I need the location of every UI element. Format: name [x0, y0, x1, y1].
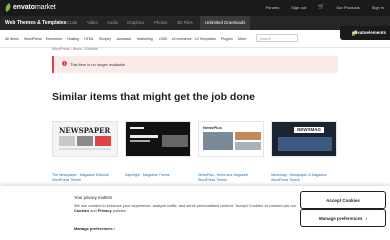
alert-icon: ! — [62, 61, 67, 66]
chevron-right-icon: › — [113, 226, 116, 231]
category-code[interactable]: Code — [67, 20, 77, 25]
envato-elements-label: envatoelements — [352, 30, 387, 35]
sign-out-link[interactable]: Sign out — [291, 5, 306, 10]
unavailable-alert: ! This item is no longer available — [52, 56, 338, 73]
subnav-hosting[interactable]: Hosting — [67, 37, 79, 41]
top-links: Forums Sign out 🛒 Our Products Sign in — [266, 4, 384, 10]
item-thumbnail[interactable]: NEWSMAG — [271, 121, 337, 157]
forums-link[interactable]: Forums — [266, 5, 280, 10]
cookie-text-policies: policies. — [112, 208, 127, 213]
logo-suffix: market — [34, 4, 56, 11]
manage-preferences-button-label: Manage preferences — [318, 215, 363, 221]
privacy-policy-link[interactable]: Privacy — [98, 208, 112, 213]
logo-name: envato — [13, 4, 35, 11]
similar-items-heading: Similar items that might get the job don… — [52, 91, 256, 103]
subnav-wordpress[interactable]: WordPress — [24, 37, 42, 41]
manage-preferences-link[interactable]: Manage preferences › — [74, 226, 115, 231]
category-unlimited-downloads[interactable]: Unlimited Downloads — [200, 16, 251, 30]
item-title[interactable]: Sapelight - Magazine Theme — [125, 173, 191, 178]
accept-cookies-button[interactable]: Accept Cookies — [300, 191, 386, 209]
item-title[interactable]: The Newspaper - Magazine Editorial WordP… — [52, 173, 118, 182]
subnav-ecommerce[interactable]: eCommerce — [172, 37, 192, 41]
similar-item-card[interactable]: NewsPlus NewsPlus - News and Magazine Wo… — [198, 121, 264, 182]
manage-preferences-link-label: Manage preferences — [74, 226, 113, 231]
category-photos[interactable]: Photos — [154, 20, 167, 25]
envato-market-logo[interactable]: envatomarket — [3, 3, 56, 12]
item-title[interactable]: NewsPlus - News and Magazine WordPress T… — [198, 173, 264, 182]
top-bar: envatomarket Forums Sign out 🛒 Our Produ… — [0, 0, 390, 16]
sign-in-link[interactable]: Sign in — [372, 5, 384, 10]
item-thumbnail[interactable]: NEWSPAPER — [52, 121, 118, 157]
category-graphics[interactable]: Graphics — [127, 20, 144, 25]
similar-item-card[interactable]: NEWSMAG Newsmag - Newspaper & Magazine W… — [271, 121, 337, 182]
cookies-policy-link[interactable]: Cookies — [74, 208, 89, 213]
subnav-more[interactable]: More — [238, 37, 246, 41]
subnav-marketing[interactable]: Marketing — [137, 37, 153, 41]
leaf-icon — [3, 3, 13, 12]
cookie-text-and: and — [90, 208, 97, 213]
chevron-right-icon: › — [365, 215, 368, 221]
cookie-text: We use cookies to enhance your experienc… — [74, 203, 300, 213]
similar-item-card[interactable]: Sapelight - Magazine Theme — [125, 121, 191, 178]
category-bar: Web Themes & Templates Code Video Audio … — [0, 16, 390, 30]
subnav-elementor[interactable]: Elementor — [46, 37, 62, 41]
thumbnail-text: NewsPlus — [203, 125, 222, 130]
subnav-all-items[interactable]: All Items — [5, 37, 19, 41]
alert-text: This item is no longer available — [70, 62, 125, 67]
category-3d-files[interactable]: 3D Files — [177, 20, 193, 25]
item-title[interactable]: Newsmag - Newspaper & Magazine WordPress… — [271, 173, 337, 182]
our-products-link[interactable]: Our Products — [336, 5, 360, 10]
category-audio[interactable]: Audio — [107, 20, 118, 25]
subnav-shopify[interactable]: Shopify — [99, 37, 111, 41]
item-thumbnail[interactable] — [125, 121, 191, 157]
thumbnail-text: NEWSPAPER — [59, 126, 111, 135]
similar-item-card[interactable]: NEWSPAPER The Newspaper - Magazine Edito… — [52, 121, 118, 182]
search-placeholder: Search — [260, 36, 272, 41]
subnav-plugins[interactable]: Plugins — [221, 37, 233, 41]
subnav-cms[interactable]: CMS — [159, 37, 167, 41]
item-thumbnail[interactable]: NewsPlus — [198, 121, 264, 157]
breadcrumb[interactable]: WordPress / News / Editorial — [52, 47, 98, 51]
subnav-html[interactable]: HTML — [84, 37, 94, 41]
envato-elements-badge[interactable]: envatoelements — [340, 26, 390, 40]
thumbnail-text: NEWSMAG — [294, 127, 324, 133]
manage-preferences-button[interactable]: Manage preferences › — [300, 209, 386, 227]
category-web-themes[interactable]: Web Themes & Templates — [5, 20, 67, 26]
search-input[interactable]: Search — [256, 34, 298, 42]
subnav-jamstack[interactable]: Jamstack — [116, 37, 131, 41]
cart-icon[interactable]: 🛒 — [318, 4, 324, 10]
category-video[interactable]: Video — [87, 20, 98, 25]
subnav-ui-templates[interactable]: UI Templates — [195, 37, 216, 41]
cookie-title: Your privacy matters — [74, 195, 113, 200]
sub-nav: All Items WordPress Elementor Hosting HT… — [0, 30, 390, 48]
